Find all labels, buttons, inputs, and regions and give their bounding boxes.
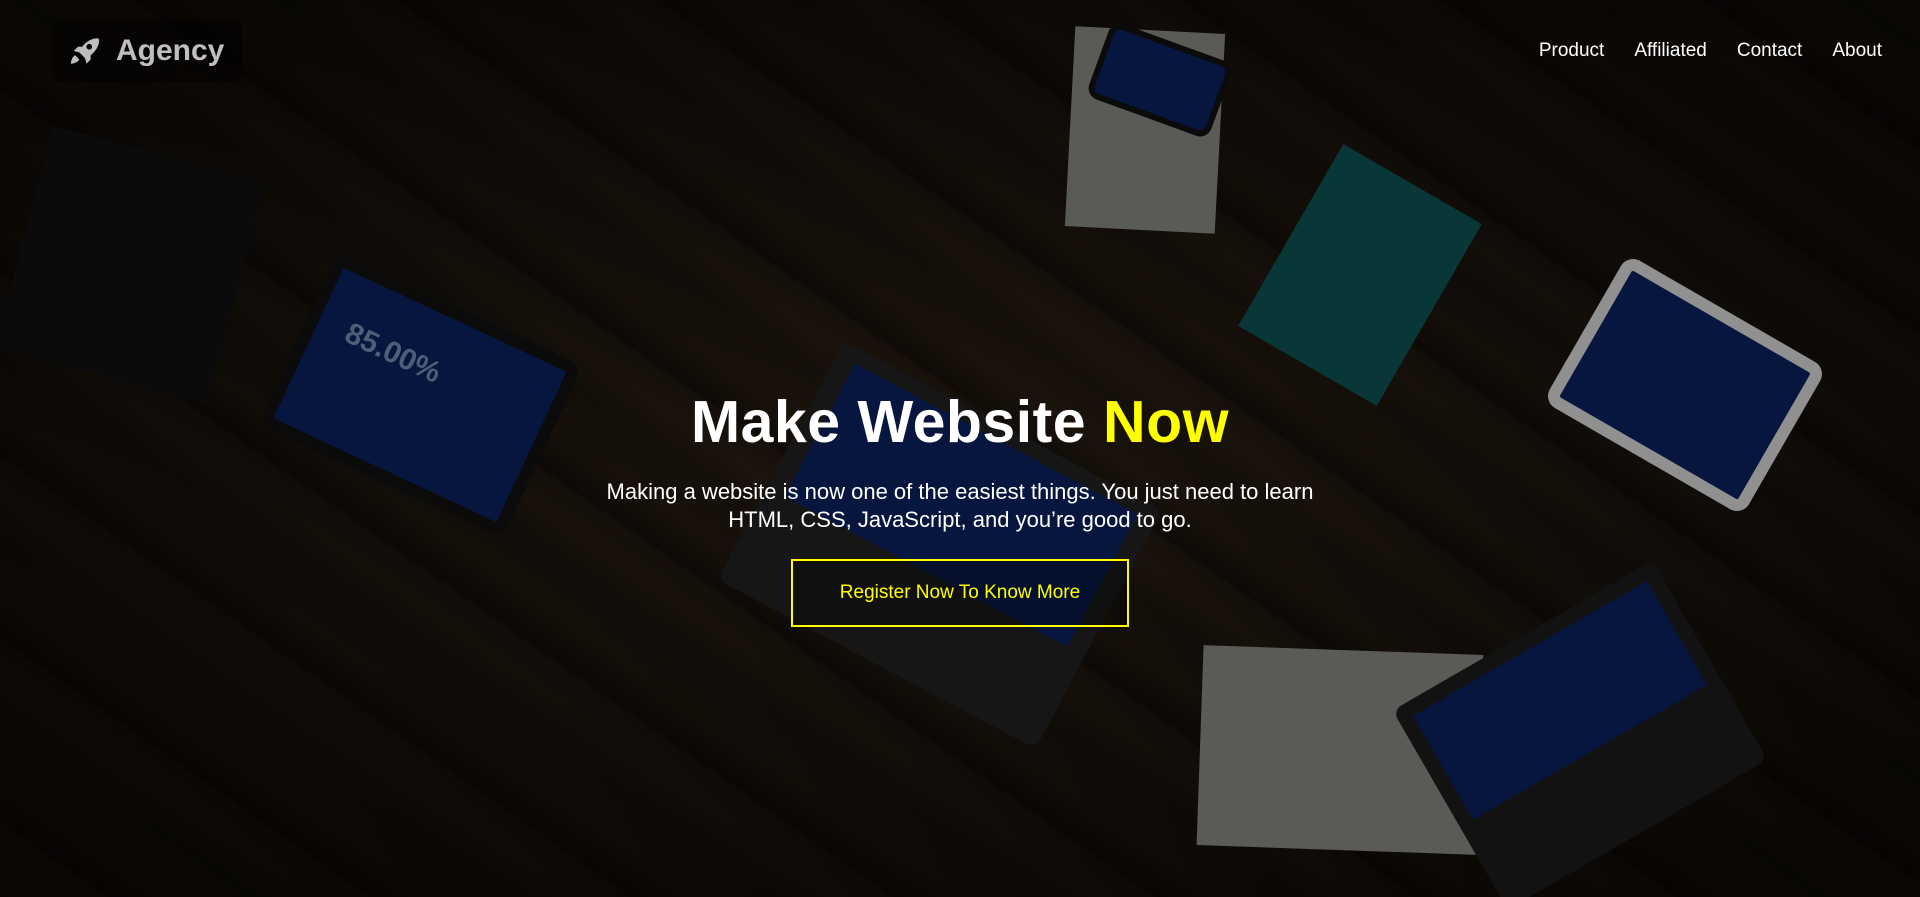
nav-links: Product Affiliated Contact About [1539, 40, 1882, 62]
hero-title: Make Website Now [0, 388, 1920, 456]
hero-section: 85.00% Agency Product Affiliated Contact… [0, 0, 1920, 897]
brand-name: Agency [116, 34, 225, 67]
navbar: Agency Product Affiliated Contact About [0, 0, 1920, 105]
nav-link-about[interactable]: About [1832, 40, 1882, 62]
nav-link-affiliated[interactable]: Affiliated [1634, 40, 1707, 62]
register-button[interactable]: Register Now To Know More [791, 559, 1129, 627]
hero-title-main: Make Website [690, 389, 1103, 455]
hero-description: Making a website is now one of the easie… [606, 479, 1314, 532]
nav-link-product[interactable]: Product [1539, 40, 1604, 62]
brand-logo-link[interactable]: Agency [52, 20, 242, 82]
hero-title-accent: Now [1102, 389, 1230, 455]
nav-link-contact[interactable]: Contact [1737, 40, 1802, 62]
rocket-icon [68, 34, 102, 68]
hero-content: Make Website Now Making a website is now… [0, 388, 1920, 627]
